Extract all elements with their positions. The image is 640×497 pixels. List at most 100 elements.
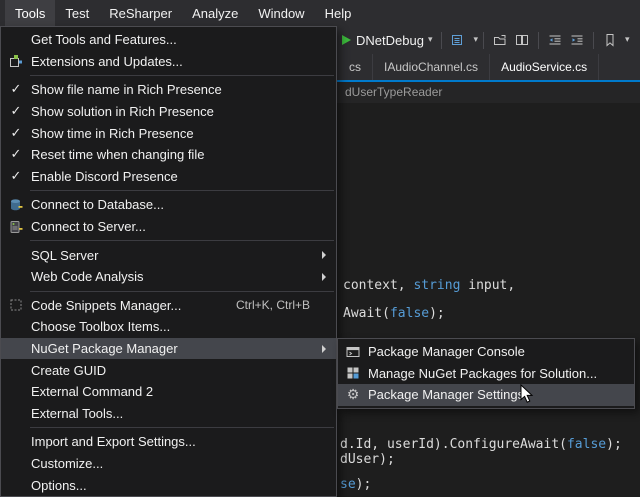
bookmark-icon[interactable] <box>599 29 621 51</box>
menu-item-external-tools[interactable]: External Tools... <box>1 403 336 425</box>
menu-item-enable-discord-presence[interactable]: ✓ Enable Discord Presence <box>1 166 336 188</box>
menu-item-import-export-settings[interactable]: Import and Export Settings... <box>1 431 336 453</box>
chevron-down-icon[interactable]: ▾ <box>473 35 478 45</box>
menu-item-label: Import and Export Settings... <box>31 434 332 449</box>
document-tab-iaudiochannel[interactable]: IAudioChannel.cs <box>373 54 490 80</box>
menu-item-shortcut: Ctrl+K, Ctrl+B <box>236 298 310 312</box>
menu-item-label: Web Code Analysis <box>31 269 316 284</box>
code-segment: input, <box>460 278 515 293</box>
code-segment: se <box>340 477 356 492</box>
menu-item-show-solution-rich-presence[interactable]: ✓ Show solution in Rich Presence <box>1 101 336 123</box>
mouse-cursor <box>520 384 534 404</box>
menu-item-label: Get Tools and Features... <box>31 32 332 47</box>
menu-item-code-snippets-manager[interactable]: Code Snippets Manager... Ctrl+K, Ctrl+B <box>1 295 336 317</box>
submenu-item-manage-nuget-packages[interactable]: Manage NuGet Packages for Solution... <box>338 363 634 385</box>
checkmark-icon: ✓ <box>11 104 22 119</box>
menu-item-web-code-analysis[interactable]: Web Code Analysis <box>1 266 336 288</box>
toolbar-overflow-icon[interactable]: ▾ <box>625 35 630 45</box>
submenu-item-package-manager-console[interactable]: Package Manager Console <box>338 341 634 363</box>
debug-target-label: DNetDebug <box>356 33 424 48</box>
code-line: se); <box>340 477 371 492</box>
menu-item-label: Package Manager Console <box>368 344 630 359</box>
member-list-icon[interactable] <box>447 29 469 51</box>
menu-item-sql-server[interactable]: SQL Server <box>1 244 336 266</box>
chevron-down-icon[interactable]: ▾ <box>428 35 433 45</box>
menu-item-label: External Tools... <box>31 406 332 421</box>
start-debug-button[interactable]: DNetDebug ▾ <box>338 31 436 50</box>
menu-separator <box>30 427 334 428</box>
menu-item-show-time-rich-presence[interactable]: ✓ Show time in Rich Presence <box>1 122 336 144</box>
menu-item-show-file-name-rich-presence[interactable]: ✓ Show file name in Rich Presence <box>1 79 336 101</box>
code-segment: false <box>390 306 429 321</box>
code-segment: false <box>567 437 606 452</box>
menu-item-connect-to-server[interactable]: Connect to Server... <box>1 216 336 238</box>
toolbar-separator <box>483 32 484 49</box>
document-tab[interactable]: cs <box>338 54 373 80</box>
toolbar-separator <box>441 32 442 49</box>
code-segment: ); <box>429 306 445 321</box>
menu-item-label: Extensions and Updates... <box>31 54 332 69</box>
code-line: Await(false); <box>343 306 445 321</box>
menu-item-nuget-package-manager[interactable]: NuGet Package Manager <box>1 338 336 360</box>
code-line: d.Id, userId).ConfigureAwait(false); <box>340 437 622 452</box>
play-icon <box>342 35 351 45</box>
folder-open-icon[interactable] <box>489 29 511 51</box>
menubar-item-resharper[interactable]: ReSharper <box>99 0 182 26</box>
menu-item-label: Choose Toolbox Items... <box>31 319 332 334</box>
menu-item-label: Manage NuGet Packages for Solution... <box>368 366 630 381</box>
code-line: dUser); <box>340 452 395 467</box>
split-panes-icon[interactable] <box>511 29 533 51</box>
menubar-item-test[interactable]: Test <box>55 0 99 26</box>
gear-icon: ⚙ <box>347 388 360 402</box>
server-icon <box>1 220 31 234</box>
checkmark-icon: ✓ <box>11 82 22 97</box>
snippets-icon <box>1 298 31 312</box>
menu-item-customize[interactable]: Customize... <box>1 453 336 475</box>
checkmark-icon: ✓ <box>11 169 22 184</box>
menu-item-extensions-and-updates[interactable]: Extensions and Updates... <box>1 51 336 73</box>
menu-item-connect-to-database[interactable]: Connect to Database... <box>1 194 336 216</box>
checkmark-icon: ✓ <box>11 147 22 162</box>
submenu-item-package-manager-settings[interactable]: ⚙ Package Manager Settings <box>338 384 634 406</box>
submenu-arrow-icon <box>316 273 332 281</box>
submenu-arrow-icon <box>316 251 332 259</box>
breadcrumb[interactable]: dUserTypeReader <box>345 82 442 103</box>
indent-icon[interactable] <box>566 29 588 51</box>
toolbar-separator <box>538 32 539 49</box>
menu-separator <box>30 291 334 292</box>
menu-item-label: Enable Discord Presence <box>31 169 332 184</box>
menu-item-label: Create GUID <box>31 363 332 378</box>
toolbar-separator <box>593 32 594 49</box>
code-line: context, string input, <box>343 278 515 293</box>
menu-item-label: Reset time when changing file <box>31 147 332 162</box>
menu-item-options[interactable]: Options... <box>1 474 336 496</box>
menu-item-label: NuGet Package Manager <box>31 341 316 356</box>
menu-item-label: Show time in Rich Presence <box>31 126 332 141</box>
code-segment: ); <box>606 437 622 452</box>
menu-item-get-tools-and-features[interactable]: Get Tools and Features... <box>1 29 336 51</box>
menu-bar: Tools Test ReSharper Analyze Window Help <box>0 0 640 26</box>
menu-item-choose-toolbox-items[interactable]: Choose Toolbox Items... <box>1 316 336 338</box>
extensions-icon <box>1 54 31 68</box>
menu-item-label: External Command 2 <box>31 384 332 399</box>
menubar-item-tools[interactable]: Tools <box>5 0 55 26</box>
menu-item-create-guid[interactable]: Create GUID <box>1 359 336 381</box>
menubar-item-analyze[interactable]: Analyze <box>182 0 248 26</box>
menu-item-label: Show solution in Rich Presence <box>31 104 332 119</box>
checkmark-icon: ✓ <box>11 126 22 141</box>
menubar-item-help[interactable]: Help <box>315 0 362 26</box>
outdent-icon[interactable] <box>544 29 566 51</box>
code-segment: string <box>413 278 460 293</box>
menu-item-label: Customize... <box>31 456 332 471</box>
menubar-item-window[interactable]: Window <box>248 0 314 26</box>
menu-item-label: Options... <box>31 478 332 493</box>
menu-item-reset-time-changing-file[interactable]: ✓ Reset time when changing file <box>1 144 336 166</box>
menu-item-label: SQL Server <box>31 248 316 263</box>
code-segment: Await( <box>343 306 390 321</box>
document-tab-audioservice[interactable]: AudioService.cs <box>490 54 599 80</box>
menu-item-external-command-2[interactable]: External Command 2 <box>1 381 336 403</box>
code-segment: context, <box>343 278 413 293</box>
menu-item-label: Package Manager Settings <box>368 387 630 402</box>
menu-separator <box>30 190 334 191</box>
menu-item-label: Code Snippets Manager... <box>31 298 236 313</box>
